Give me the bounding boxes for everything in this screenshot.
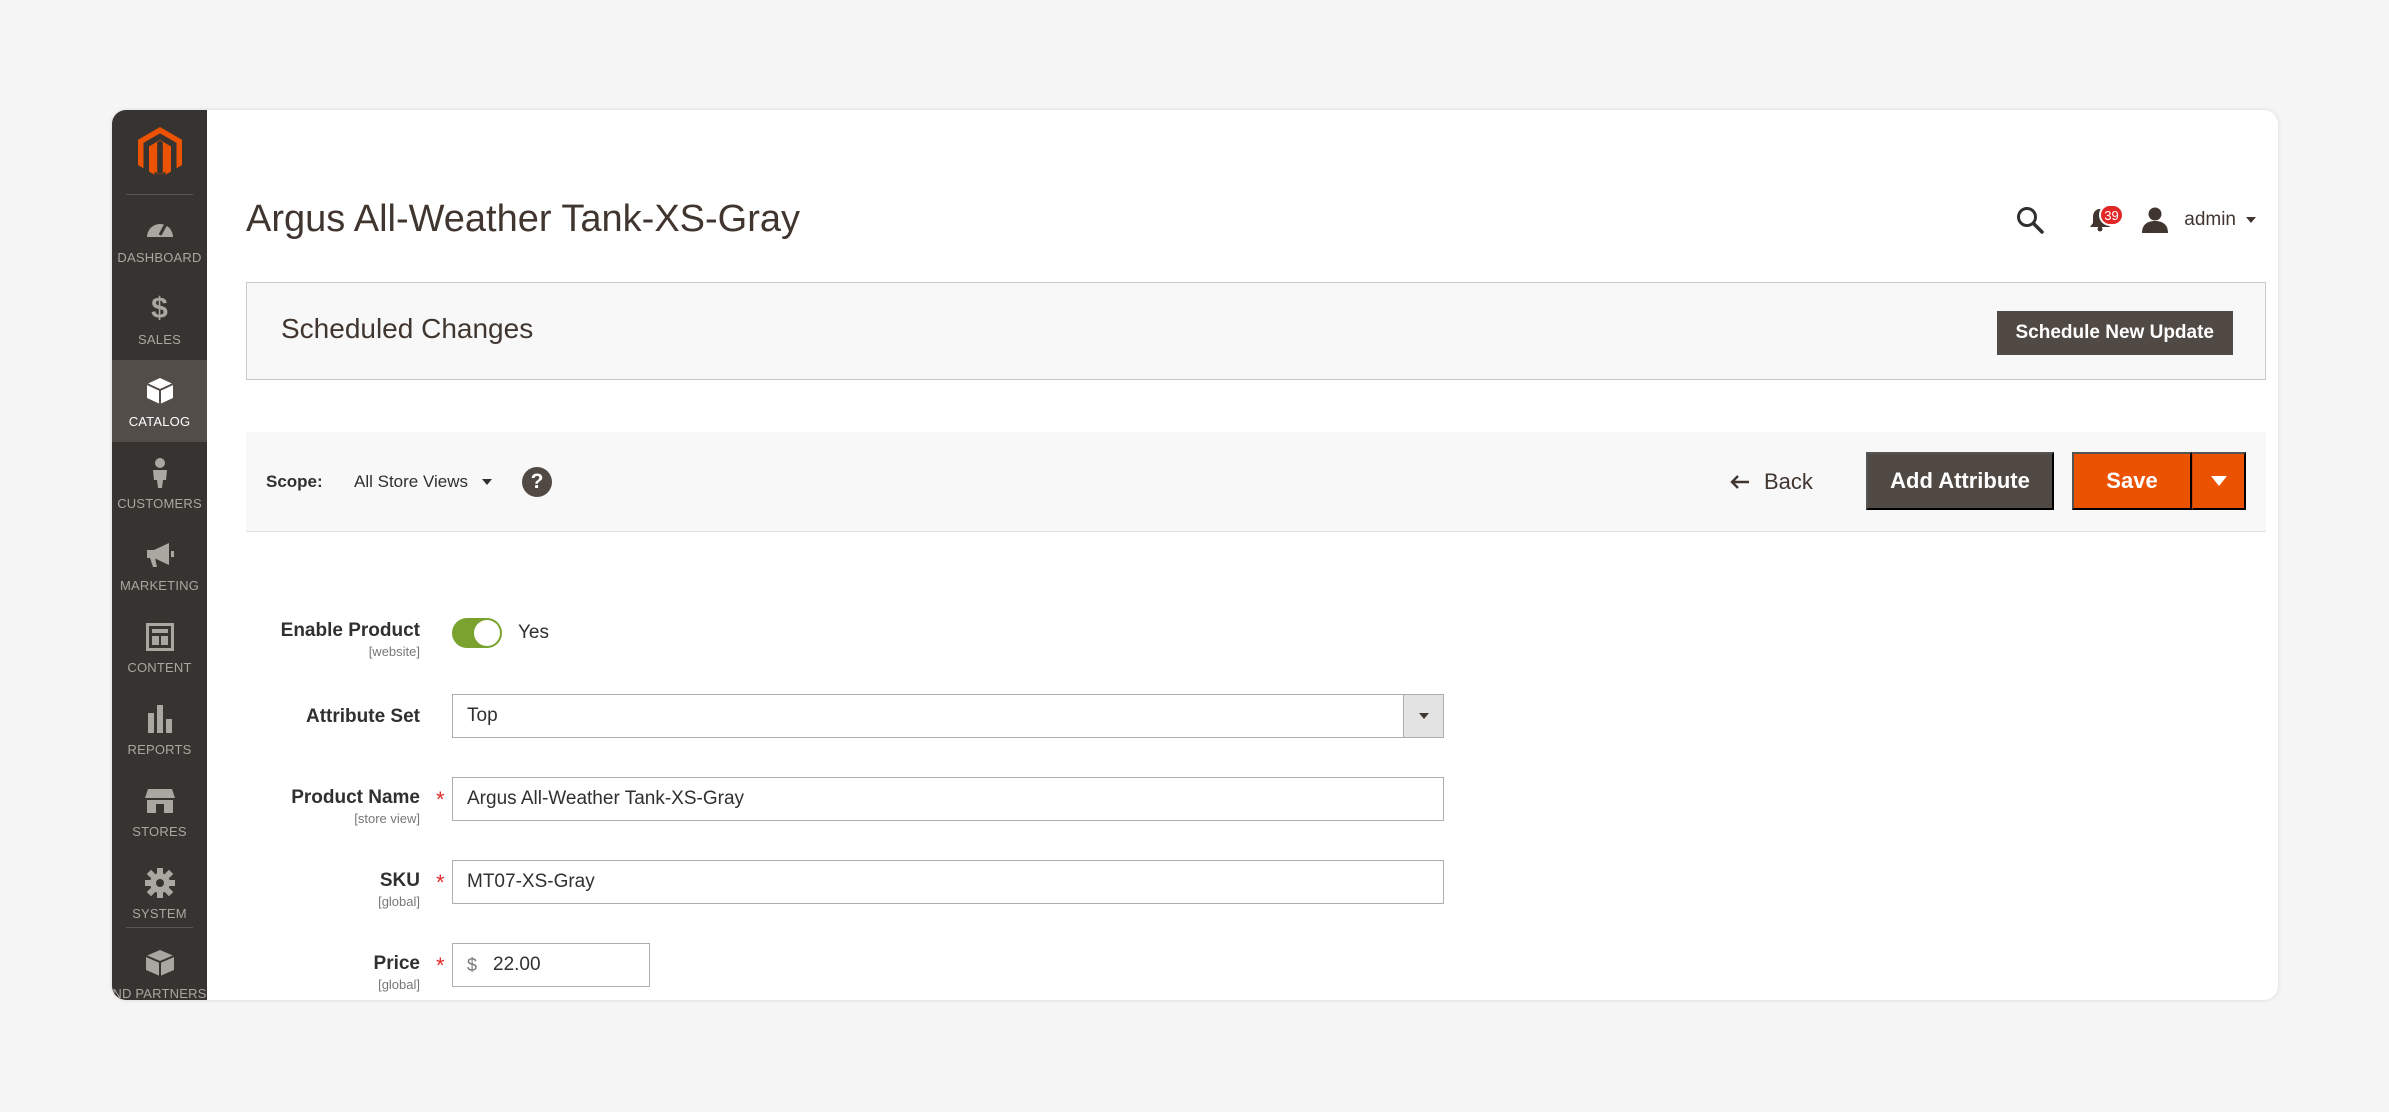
- partners-icon: [143, 946, 177, 980]
- toggle-knob: [474, 620, 500, 646]
- sidebar-item-dashboard[interactable]: DASHBOARD: [112, 196, 207, 278]
- enable-product-label: Enable Product: [280, 620, 420, 641]
- sidebar-item-label: ND PARTNERS: [112, 986, 207, 1000]
- required-marker: *: [436, 870, 445, 895]
- price-scope: [global]: [378, 977, 420, 992]
- person-icon: [143, 456, 177, 490]
- dashboard-icon: [143, 210, 177, 244]
- back-label: Back: [1764, 469, 1813, 494]
- sidebar-item-catalog[interactable]: CATALOG: [112, 360, 207, 442]
- sidebar-item-label: MARKETING: [119, 578, 200, 593]
- field-label-group: Enable Product [website]: [281, 620, 420, 659]
- admin-user-menu[interactable]: admin: [2142, 207, 2256, 233]
- sidebar-item-partners[interactable]: ND PARTNERS: [112, 932, 207, 1000]
- app-window: DASHBOARD $ SALES CATALOG CUSTOMERS MARK…: [112, 110, 2278, 1000]
- product-name-scope: [store view]: [354, 811, 420, 826]
- attribute-set-label: Attribute Set: [306, 706, 420, 727]
- attribute-set-dropdown-button[interactable]: [1403, 695, 1443, 737]
- caret-down-icon: [2210, 476, 2227, 486]
- admin-username: admin: [2184, 209, 2236, 230]
- layout-icon: [143, 620, 177, 654]
- sku-label: SKU: [379, 870, 420, 891]
- store-view-switcher[interactable]: All Store Views: [354, 472, 493, 492]
- sidebar-item-reports[interactable]: REPORTS: [112, 688, 207, 770]
- scope-help-icon[interactable]: ?: [522, 467, 552, 497]
- back-button[interactable]: Back: [1730, 466, 1813, 498]
- global-search-button[interactable]: [2010, 200, 2050, 240]
- dollar-icon: $: [151, 292, 168, 325]
- page-actions-bar: Scope: All Store Views ? Back Add Attrib…: [246, 432, 2266, 532]
- scope-label: Scope:: [266, 472, 323, 491]
- sku-input[interactable]: MT07-XS-Gray: [452, 860, 1444, 904]
- field-label-group: Product Name [store view]: [291, 787, 420, 826]
- megaphone-icon: [143, 538, 177, 572]
- notifications-button[interactable]: 39: [2080, 200, 2124, 240]
- product-name-value: Argus All-Weather Tank-XS-Gray: [467, 788, 745, 809]
- sidebar-divider: [126, 194, 193, 195]
- scheduled-changes-title: Scheduled Changes: [281, 313, 534, 344]
- sidebar-item-label: DASHBOARD: [117, 250, 202, 265]
- admin-sidebar: DASHBOARD $ SALES CATALOG CUSTOMERS MARK…: [112, 110, 207, 1000]
- schedule-new-update-button[interactable]: Schedule New Update: [1996, 311, 2233, 355]
- enable-product-value: Yes: [518, 622, 549, 643]
- sidebar-item-label: CONTENT: [127, 660, 192, 675]
- required-marker: *: [436, 787, 445, 812]
- save-options-toggle[interactable]: [2192, 452, 2246, 510]
- sidebar-item-label: STORES: [132, 824, 187, 839]
- sidebar-divider: [126, 927, 193, 928]
- price-value: 22.00: [493, 954, 541, 975]
- enable-product-toggle[interactable]: [452, 618, 502, 648]
- chevron-down-icon: [1418, 713, 1429, 719]
- sidebar-item-label: SYSTEM: [132, 906, 187, 921]
- store-view-value: All Store Views: [354, 472, 469, 491]
- user-icon: [2142, 207, 2169, 233]
- sidebar-item-sales[interactable]: $ SALES: [112, 278, 207, 360]
- sidebar-item-label: CATALOG: [128, 414, 191, 429]
- enable-product-scope: [website]: [368, 644, 420, 659]
- sidebar-item-label: SALES: [138, 332, 181, 347]
- page-title: Argus All-Weather Tank-XS-Gray: [246, 198, 801, 240]
- price-label: Price: [373, 953, 420, 974]
- sidebar-item-content[interactable]: CONTENT: [112, 606, 207, 688]
- header-actions: 39 admin: [2010, 200, 2256, 240]
- currency-symbol: $: [467, 954, 478, 975]
- sidebar-item-customers[interactable]: CUSTOMERS: [112, 442, 207, 524]
- save-button[interactable]: Save: [2072, 452, 2192, 510]
- sidebar-item-system[interactable]: SYSTEM: [112, 852, 207, 934]
- sku-scope: [global]: [378, 894, 420, 909]
- chevron-down-icon: [482, 479, 493, 485]
- field-label-group: SKU [global]: [378, 870, 420, 909]
- bar-chart-icon: [143, 702, 177, 736]
- sidebar-item-label: CUSTOMERS: [117, 496, 202, 511]
- chevron-down-icon: [2246, 217, 2256, 223]
- attribute-set-value: Top: [467, 705, 498, 726]
- magento-logo[interactable]: [112, 110, 207, 195]
- sku-value: MT07-XS-Gray: [467, 871, 595, 892]
- add-attribute-button[interactable]: Add Attribute: [1866, 452, 2054, 510]
- field-label-group: Attribute Set: [306, 706, 420, 728]
- sidebar-item-stores[interactable]: STORES: [112, 770, 207, 852]
- store-icon: [143, 784, 177, 818]
- sidebar-item-label: REPORTS: [127, 742, 192, 757]
- product-name-label: Product Name: [291, 787, 420, 808]
- magento-logo-icon: [137, 126, 182, 175]
- field-label-group: Price [global]: [374, 953, 420, 992]
- sidebar-item-marketing[interactable]: MARKETING: [112, 524, 207, 606]
- search-icon: [2017, 207, 2044, 234]
- attribute-set-select[interactable]: Top: [452, 694, 1444, 738]
- notifications-count-badge: 39: [2099, 204, 2124, 226]
- box-icon: [143, 374, 177, 408]
- price-input[interactable]: $ 22.00: [452, 943, 650, 987]
- required-marker: *: [436, 953, 445, 978]
- arrow-left-icon: [1730, 475, 1749, 489]
- product-name-input[interactable]: Argus All-Weather Tank-XS-Gray: [452, 777, 1444, 821]
- scheduled-changes-panel: Scheduled Changes Schedule New Update: [246, 282, 2266, 380]
- gear-icon: [143, 866, 177, 900]
